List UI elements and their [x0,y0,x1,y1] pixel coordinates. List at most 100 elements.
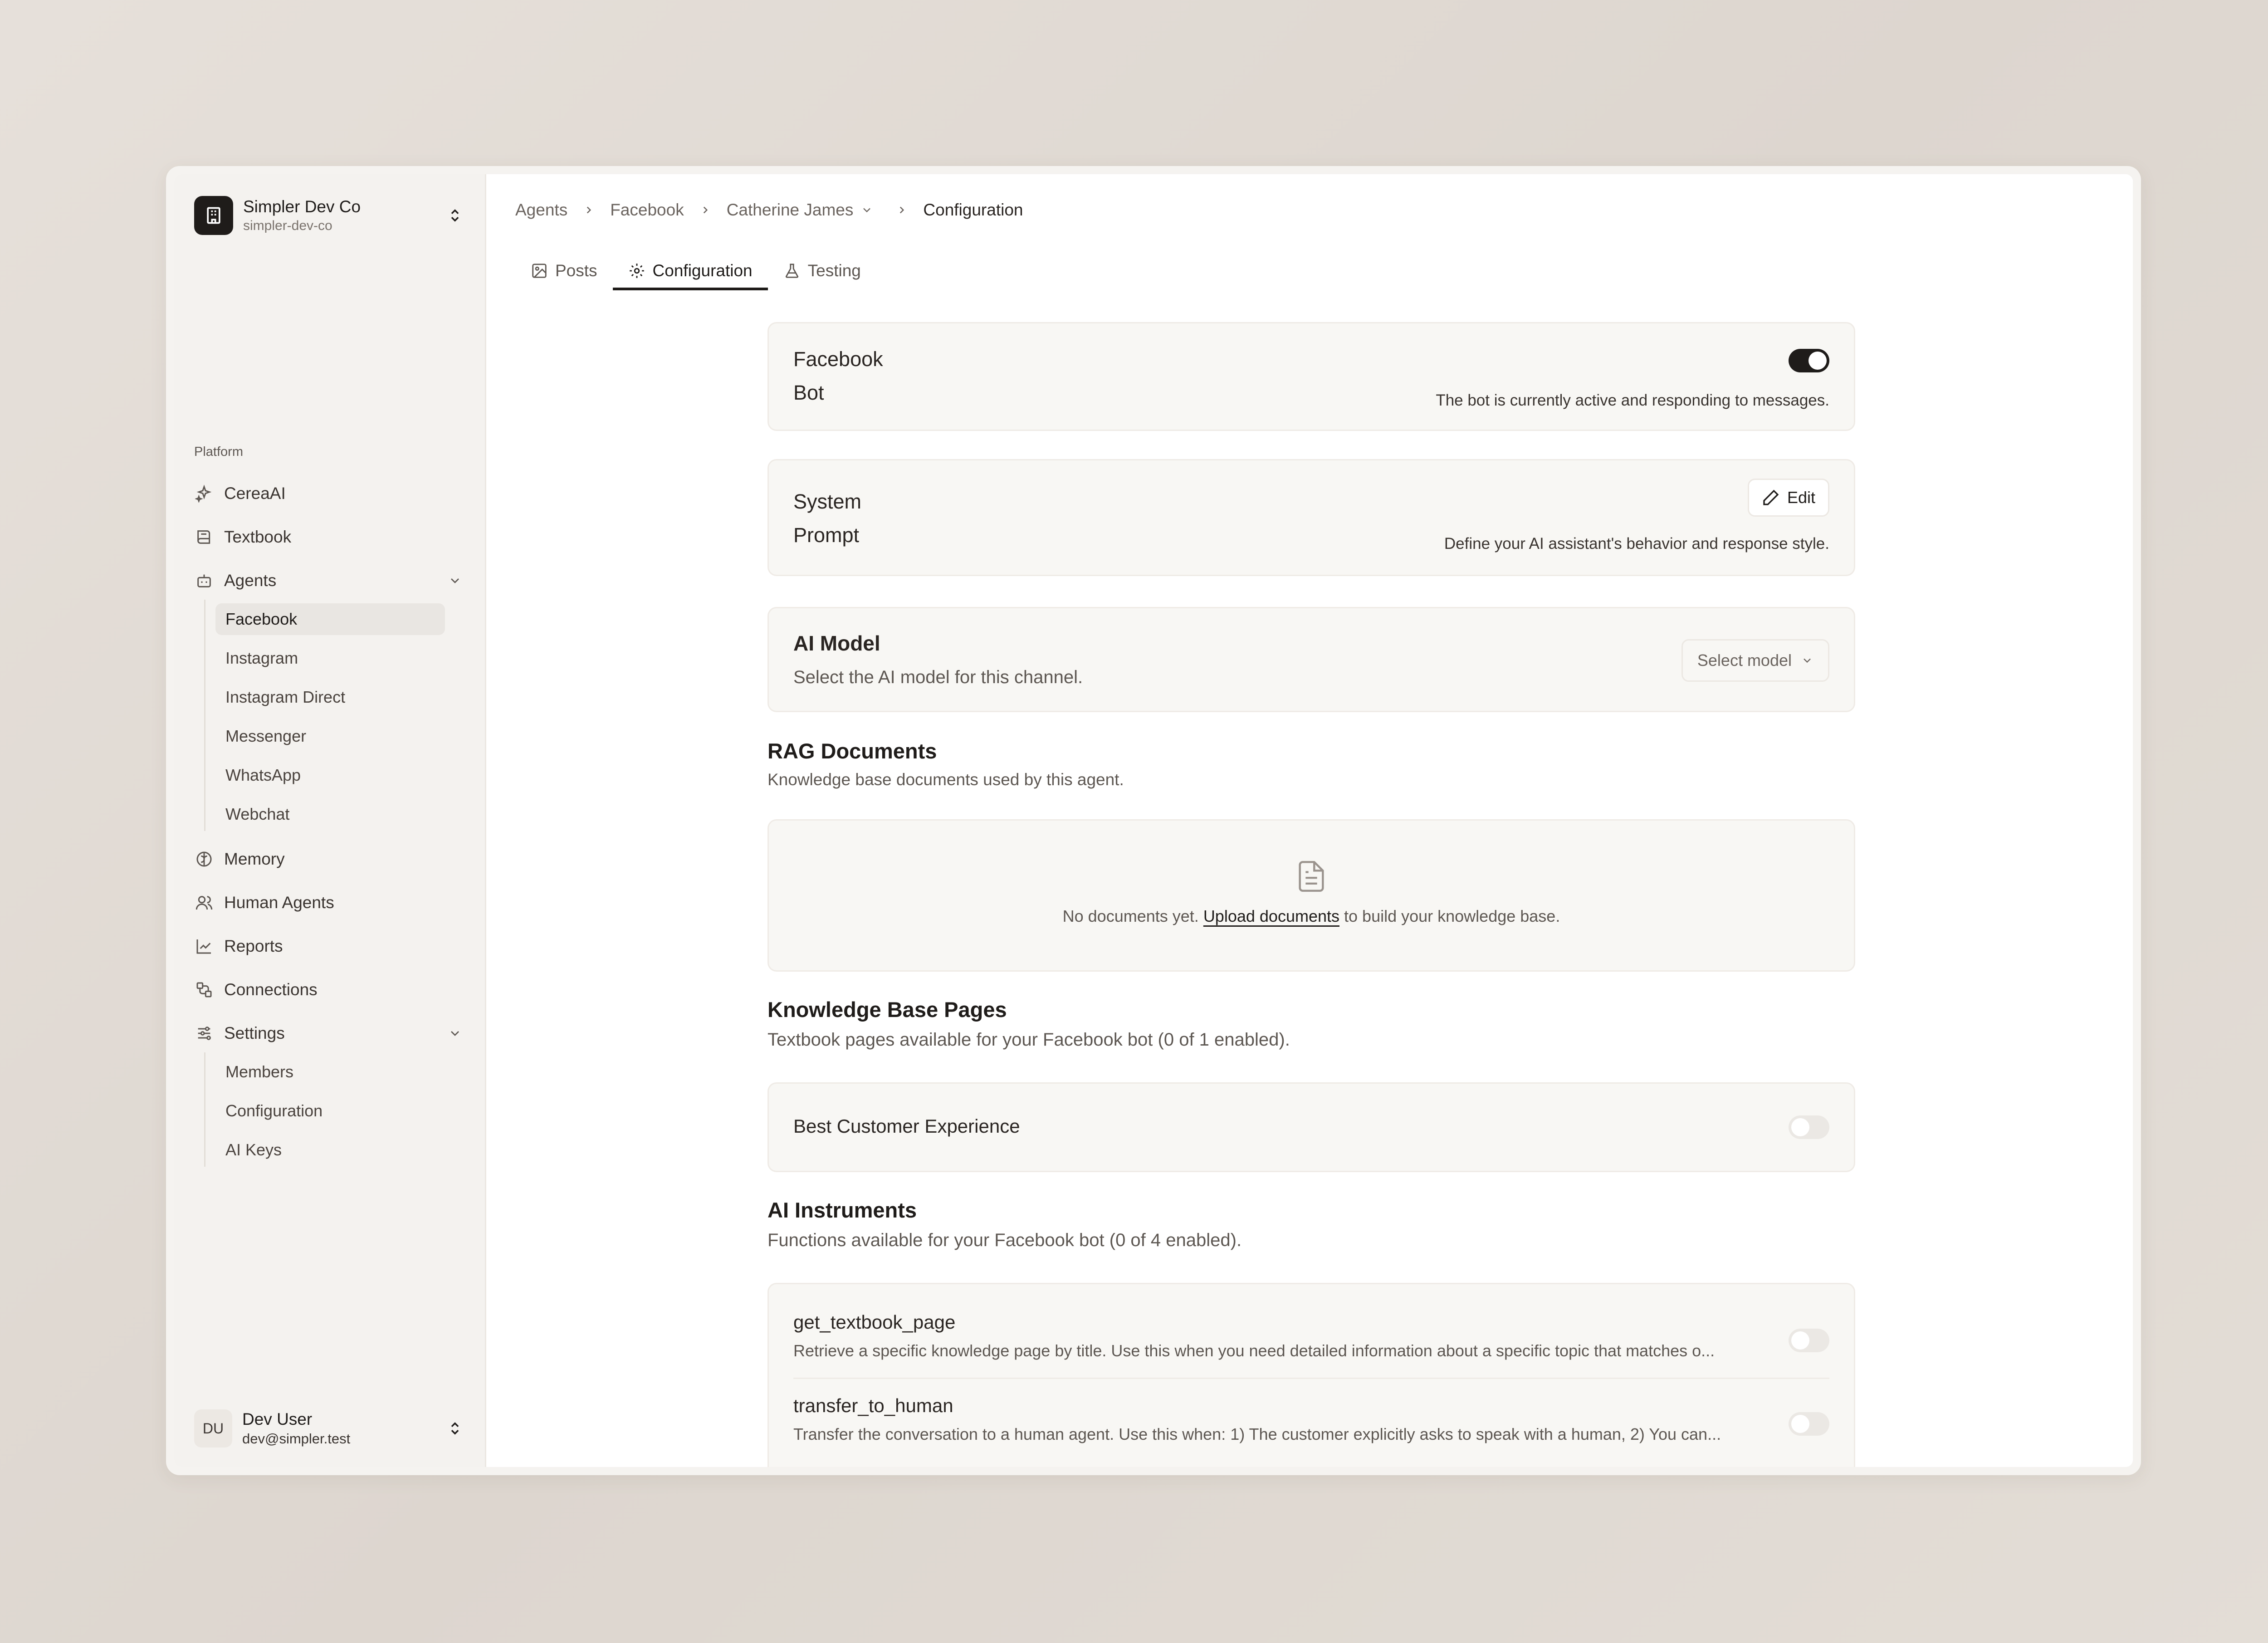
sidebar-subitem-instagram-direct[interactable]: Instagram Direct [215,681,445,713]
sidebar-subitem-instagram[interactable]: Instagram [215,642,445,674]
sidebar-subitem-members[interactable]: Members [215,1056,445,1088]
breadcrumb-facebook[interactable]: Facebook [610,200,684,220]
book-icon [194,527,214,547]
tab-posts[interactable]: Posts [515,255,613,287]
kb-pages-list: Best Customer Experience [767,1082,1855,1172]
chevrons-up-down-icon [445,202,465,229]
breadcrumb-agents[interactable]: Agents [515,200,567,220]
section-title: Knowledge Base Pages [767,998,1007,1022]
user-email: dev@simpler.test [242,1431,351,1447]
instrument-toggle[interactable] [1789,1329,1829,1352]
pencil-icon [1762,489,1780,507]
card-description: Define your AI assistant's behavior and … [1444,535,1829,553]
card-title: Facebook [793,347,883,371]
tab-bar: Posts Configuration Testing [515,255,876,290]
empty-message: No documents yet. Upload documents to bu… [769,907,1854,926]
chart-icon [194,936,214,956]
model-select[interactable]: Select model [1681,639,1829,682]
image-icon [531,262,548,279]
bot-active-toggle[interactable] [1789,349,1829,372]
chevron-right-icon [699,204,711,216]
breadcrumb: Agents Facebook Catherine James Configur… [515,199,1023,221]
section-description: Knowledge base documents used by this ag… [767,770,1124,789]
sidebar-subitem-messenger[interactable]: Messenger [215,720,445,752]
sidebar-item-label: CereaAI [224,484,286,503]
sidebar-subitem-ai-keys[interactable]: AI Keys [215,1134,445,1166]
ai-model-card: AI Model Select the AI model for this ch… [767,607,1855,712]
org-slug: simpler-dev-co [243,218,332,233]
chevron-down-icon[interactable] [445,1023,465,1043]
sidebar-subitem-facebook[interactable]: Facebook [215,603,445,635]
kb-page-title: Best Customer Experience [793,1115,1020,1137]
user-menu[interactable]: DU Dev User dev@simpler.test [194,1403,465,1453]
sidebar-item-settings[interactable]: Settings [194,1016,465,1051]
user-name: Dev User [242,1410,313,1428]
instrument-name: get_textbook_page [793,1311,956,1333]
sidebar-subitem-webchat[interactable]: Webchat [215,798,445,830]
kb-page-toggle[interactable] [1789,1115,1829,1139]
section-title: AI Instruments [767,1198,917,1222]
sidebar-item-label: Settings [224,1024,285,1042]
tab-testing[interactable]: Testing [768,255,876,287]
sidebar-item-connections[interactable]: Connections [194,973,465,1007]
card-description: Select the AI model for this channel. [793,667,1083,687]
breadcrumb-agent-name: Catherine James [726,200,854,219]
edit-button[interactable]: Edit [1747,479,1829,517]
card-title: System [793,490,862,513]
sidebar-item-human-agents[interactable]: Human Agents [194,885,465,920]
sidebar-item-label: Agents [224,571,277,590]
sidebar-item-reports[interactable]: Reports [194,929,465,963]
instrument-toggle[interactable] [1789,1412,1829,1436]
sidebar-item-cereaai[interactable]: CereaAI [194,476,465,511]
org-switcher[interactable]: Simpler Dev Co simpler-dev-co [194,195,465,236]
bot-icon [194,571,214,591]
file-icon [1294,857,1329,898]
tab-label: Testing [807,261,861,280]
upload-documents-link[interactable]: Upload documents [1203,907,1339,925]
section-title: RAG Documents [767,739,937,763]
org-name: Simpler Dev Co [243,197,361,216]
section-label-platform: Platform [194,445,243,459]
rag-empty-state: No documents yet. Upload documents to bu… [767,819,1855,972]
sidebar-item-label: Memory [224,850,285,868]
chevrons-up-down-icon [445,1415,465,1442]
sidebar-item-label: Textbook [224,528,292,546]
card-title: Prompt [793,523,860,547]
sidebar-subitem-whatsapp[interactable]: WhatsApp [215,759,445,791]
app-shell: Simpler Dev Co simpler-dev-co Platform C… [174,174,2133,1467]
tab-configuration[interactable]: Configuration [612,255,768,290]
tab-label: Posts [555,261,597,280]
users-icon [194,893,214,913]
sidebar-item-agents[interactable]: Agents [194,563,465,598]
facebook-bot-card: Facebook Bot The bot is currently active… [767,322,1855,431]
card-title: AI Model [793,631,880,655]
sidebar-item-label: Reports [224,937,283,955]
edit-label: Edit [1787,488,1815,507]
agents-submenu: Facebook Instagram Instagram Direct Mess… [204,600,465,831]
sidebar-item-label: Connections [224,980,318,999]
gear-icon [628,262,645,279]
section-description: Textbook pages available for your Facebo… [767,1030,1290,1050]
sidebar-subitem-configuration[interactable]: Configuration [215,1095,445,1127]
instrument-description: Retrieve a specific knowledge page by ti… [793,1341,1715,1360]
breadcrumb-current: Configuration [923,200,1023,219]
chevron-down-icon [860,204,873,216]
model-select-value: Select model [1697,651,1792,670]
sidebar-item-textbook[interactable]: Textbook [194,520,465,554]
sidebar-item-memory[interactable]: Memory [194,842,465,876]
section-description: Functions available for your Facebook bo… [767,1230,1242,1250]
building-icon [194,196,233,235]
chevron-down-icon[interactable] [445,571,465,591]
system-prompt-card: System Prompt Edit Define your AI assist… [767,459,1855,576]
breadcrumb-agent-dropdown[interactable]: Catherine James [727,200,874,220]
sidebar: Simpler Dev Co simpler-dev-co Platform C… [174,174,486,1467]
sidebar-item-label: Human Agents [224,893,334,912]
main-content: Agents Facebook Catherine James Configur… [486,174,2133,1467]
card-description: The bot is currently active and respondi… [1436,391,1829,409]
avatar: DU [194,1409,232,1447]
instrument-name: transfer_to_human [793,1395,953,1416]
instruments-list: get_textbook_page Retrieve a specific kn… [767,1283,1855,1467]
brain-icon [194,849,214,869]
instrument-description: Transfer the conversation to a human age… [793,1425,1721,1443]
flask-icon [783,262,801,279]
